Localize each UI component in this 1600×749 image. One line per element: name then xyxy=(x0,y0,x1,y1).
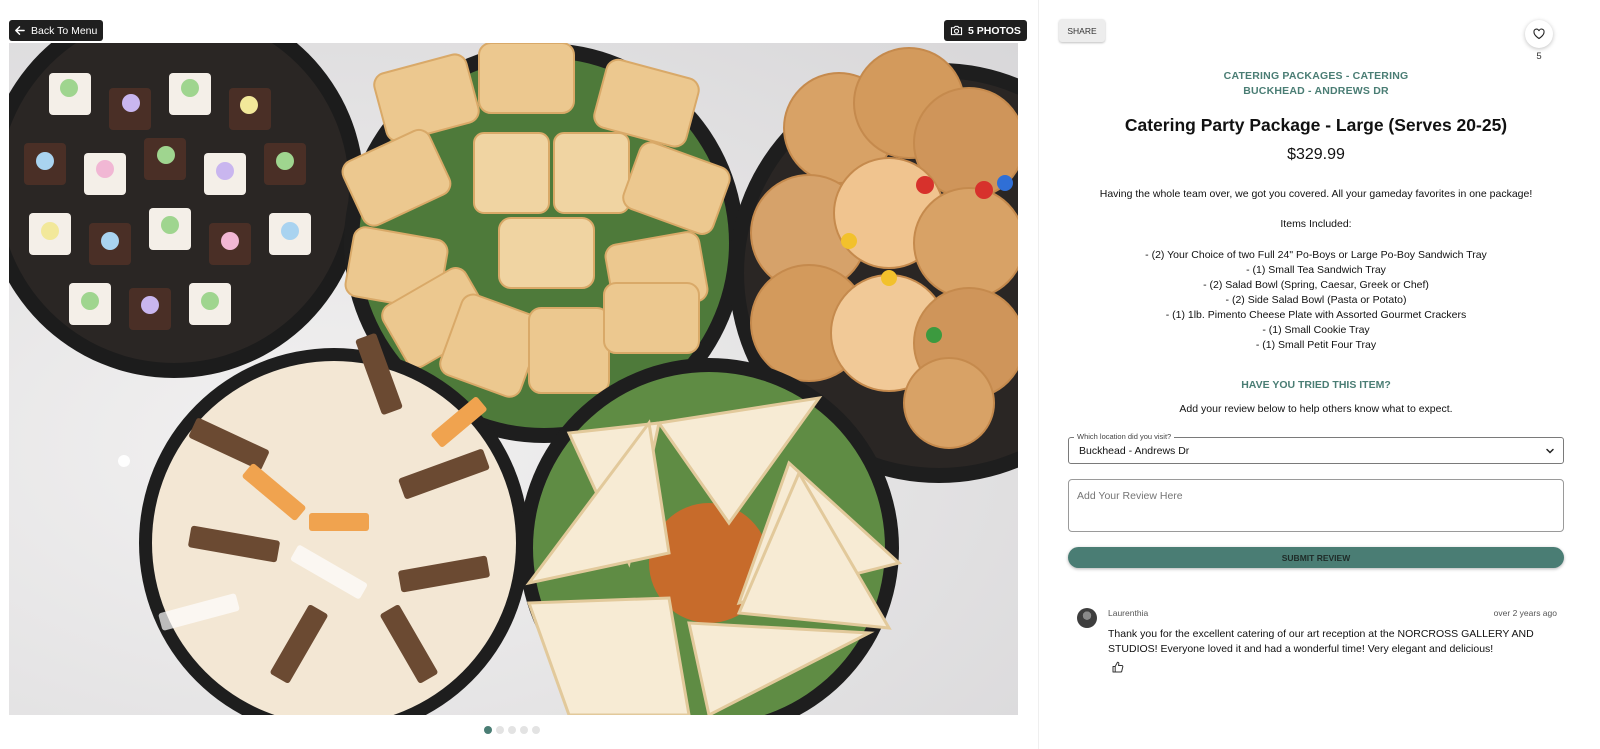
back-to-menu-label: Back To Menu xyxy=(31,24,98,37)
review-timestamp: over 2 years ago xyxy=(1493,608,1557,618)
share-button[interactable]: SHARE xyxy=(1059,19,1105,42)
heart-icon xyxy=(1533,28,1545,40)
favorite: 5 xyxy=(1524,20,1554,62)
back-to-menu-button[interactable]: Back To Menu xyxy=(9,20,104,41)
favorite-button[interactable] xyxy=(1525,20,1553,48)
favorite-count: 5 xyxy=(1536,51,1542,62)
submit-review-button[interactable]: SUBMIT REVIEW xyxy=(1068,547,1564,568)
breadcrumb-location[interactable]: BUCKHEAD - ANDREWS DR xyxy=(1039,84,1593,99)
list-item: - (1) Small Petit Four Tray xyxy=(1255,339,1377,351)
list-item: - (1) Small Cookie Tray xyxy=(1262,324,1370,336)
arrow-left-icon xyxy=(15,26,25,35)
petit-four-tray xyxy=(9,43,364,378)
item-title: Catering Party Package - Large (Serves 2… xyxy=(1124,115,1508,135)
item-price: $329.99 xyxy=(1287,146,1345,163)
tried-item-heading: HAVE YOU TRIED THIS ITEM? xyxy=(1241,379,1391,391)
pagination-dot[interactable] xyxy=(496,726,504,734)
photo-gallery: Back To Menu 5 PHOTOS xyxy=(0,0,1038,749)
review-text: Thank you for the excellent catering of … xyxy=(1108,628,1534,655)
tried-item-subtext: Add your review below to help others kno… xyxy=(1179,403,1453,415)
breadcrumb-category[interactable]: CATERING PACKAGES - CATERING xyxy=(1039,69,1593,84)
review-textarea[interactable] xyxy=(1068,479,1564,532)
breadcrumb: CATERING PACKAGES - CATERING BUCKHEAD - … xyxy=(1039,69,1593,99)
list-item: - (1) Small Tea Sandwich Tray xyxy=(1246,264,1386,276)
chevron-down-icon xyxy=(1546,448,1554,454)
location-select-value: Buckhead - Andrews Dr xyxy=(1079,445,1190,457)
location-select-label: Which location did you visit? xyxy=(1074,432,1175,441)
photos-count-label: 5 PHOTOS xyxy=(968,24,1021,37)
avatar xyxy=(1077,608,1097,628)
photo-pagination xyxy=(484,726,540,734)
photos-button[interactable]: 5 PHOTOS xyxy=(944,20,1027,41)
pagination-dot[interactable] xyxy=(508,726,516,734)
list-item: - (1) 1lb. Pimento Cheese Plate with Ass… xyxy=(1165,309,1467,321)
items-included-list: - (2) Your Choice of two Full 24" Po-Boy… xyxy=(1039,248,1593,353)
camera-icon xyxy=(950,25,963,36)
item-description: Having the whole team over, we got you c… xyxy=(1099,188,1533,200)
pagination-dot[interactable] xyxy=(532,726,540,734)
list-item: - (2) Salad Bowl (Spring, Caesar, Greek … xyxy=(1203,279,1429,291)
review-author: Laurenthia xyxy=(1108,608,1149,618)
item-detail-panel: SHARE 5 CATERING PACKAGES - CATERING BUC… xyxy=(1039,0,1600,749)
location-select[interactable]: Which location did you visit? Buckhead -… xyxy=(1068,432,1564,464)
pagination-dot[interactable] xyxy=(484,726,492,734)
pagination-dot[interactable] xyxy=(520,726,528,734)
list-item: - (2) Your Choice of two Full 24" Po-Boy… xyxy=(1145,249,1487,261)
product-photo[interactable] xyxy=(9,43,1018,715)
catering-platters-image xyxy=(9,43,1018,715)
thumbs-up-icon[interactable] xyxy=(1112,661,1124,673)
items-included-heading: Items Included: xyxy=(1280,218,1352,230)
list-item: - (2) Side Salad Bowl (Pasta or Potato) xyxy=(1225,294,1407,306)
